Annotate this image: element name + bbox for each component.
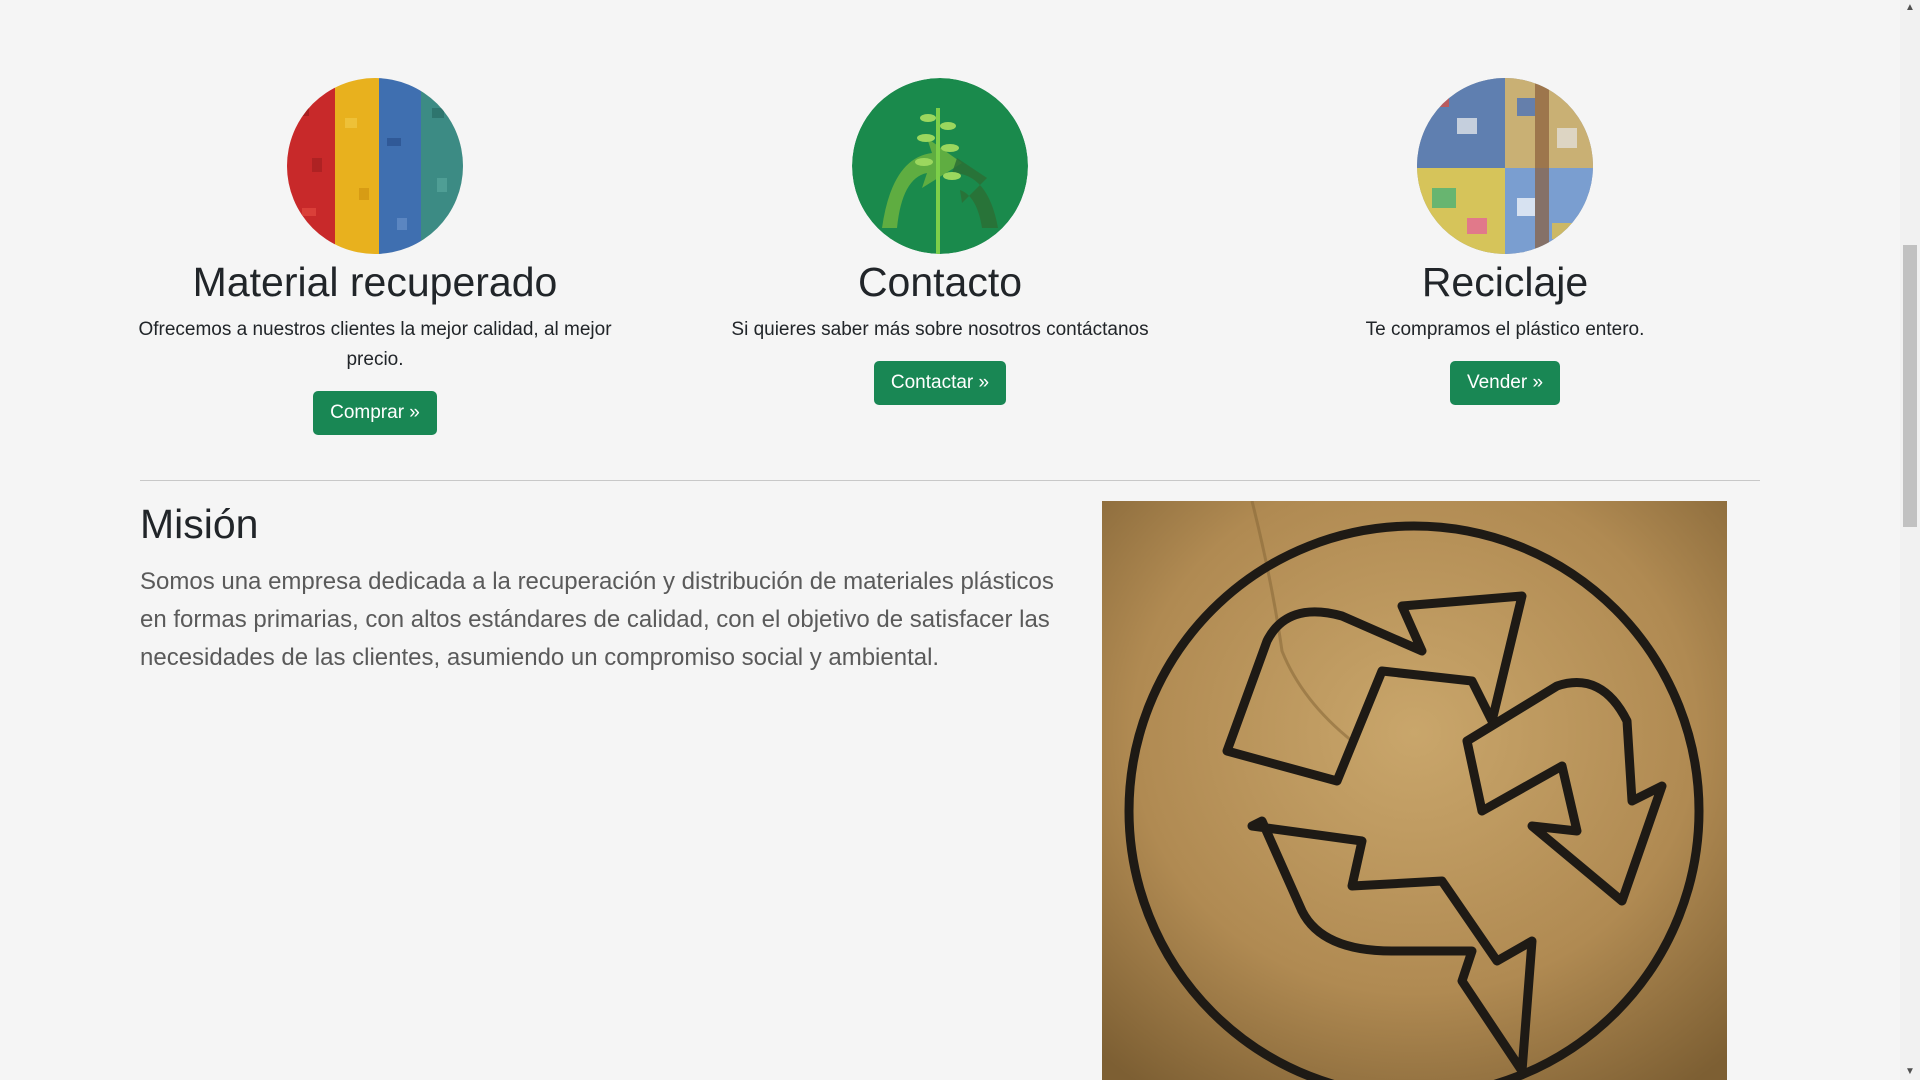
feature-text: Te compramos el plástico entero. — [1365, 319, 1645, 341]
features-row: Material recuperado Ofrecemos a nuestros… — [115, 78, 1765, 436]
mission-section: Misión Somos una empresa dedicada a la r… — [140, 500, 1080, 677]
plastic-bales-icon — [1417, 78, 1593, 254]
page: Material recuperado Ofrecemos a nuestros… — [0, 0, 1920, 1080]
mission-text: Somos una empresa dedicada a la recupera… — [140, 568, 1054, 672]
scroll-down-icon[interactable]: ▼ — [1900, 1064, 1920, 1080]
feature-reciclaje: Reciclaje Te compramos el plástico enter… — [1245, 78, 1765, 435]
mission-title: Misión — [140, 501, 259, 547]
feature-title: Contacto — [857, 259, 1023, 305]
comprar-button[interactable]: Comprar » — [313, 391, 437, 436]
recycle-icon — [1102, 501, 1727, 1080]
plastic-flakes-icon — [287, 78, 463, 254]
plastic-bales-image — [1417, 78, 1593, 254]
feature-text: Ofrecemos a nuestros clientes la mejor c… — [138, 319, 612, 371]
scroll-up-icon[interactable]: ▲ — [1900, 0, 1920, 16]
recycle-symbol-cardboard-image — [1102, 501, 1727, 1080]
contactar-button[interactable]: Contactar » — [873, 361, 1007, 406]
section-divider — [140, 480, 1760, 481]
scrollbar-thumb[interactable] — [1903, 245, 1917, 527]
feature-title: Material recuperado — [192, 259, 558, 305]
feature-text: Si quieres saber más sobre nosotros cont… — [731, 319, 1149, 341]
feature-title: Reciclaje — [1421, 259, 1589, 305]
plant-recycle-image — [852, 78, 1028, 254]
vender-button[interactable]: Vender » — [1449, 361, 1561, 406]
plastic-flakes-image — [287, 78, 463, 254]
plant-recycle-icon — [852, 78, 1028, 254]
feature-contacto: Contacto Si quieres saber más sobre noso… — [680, 78, 1200, 435]
vertical-scrollbar[interactable]: ▲ ▼ — [1900, 0, 1920, 1080]
feature-material-recuperado: Material recuperado Ofrecemos a nuestros… — [115, 78, 635, 436]
